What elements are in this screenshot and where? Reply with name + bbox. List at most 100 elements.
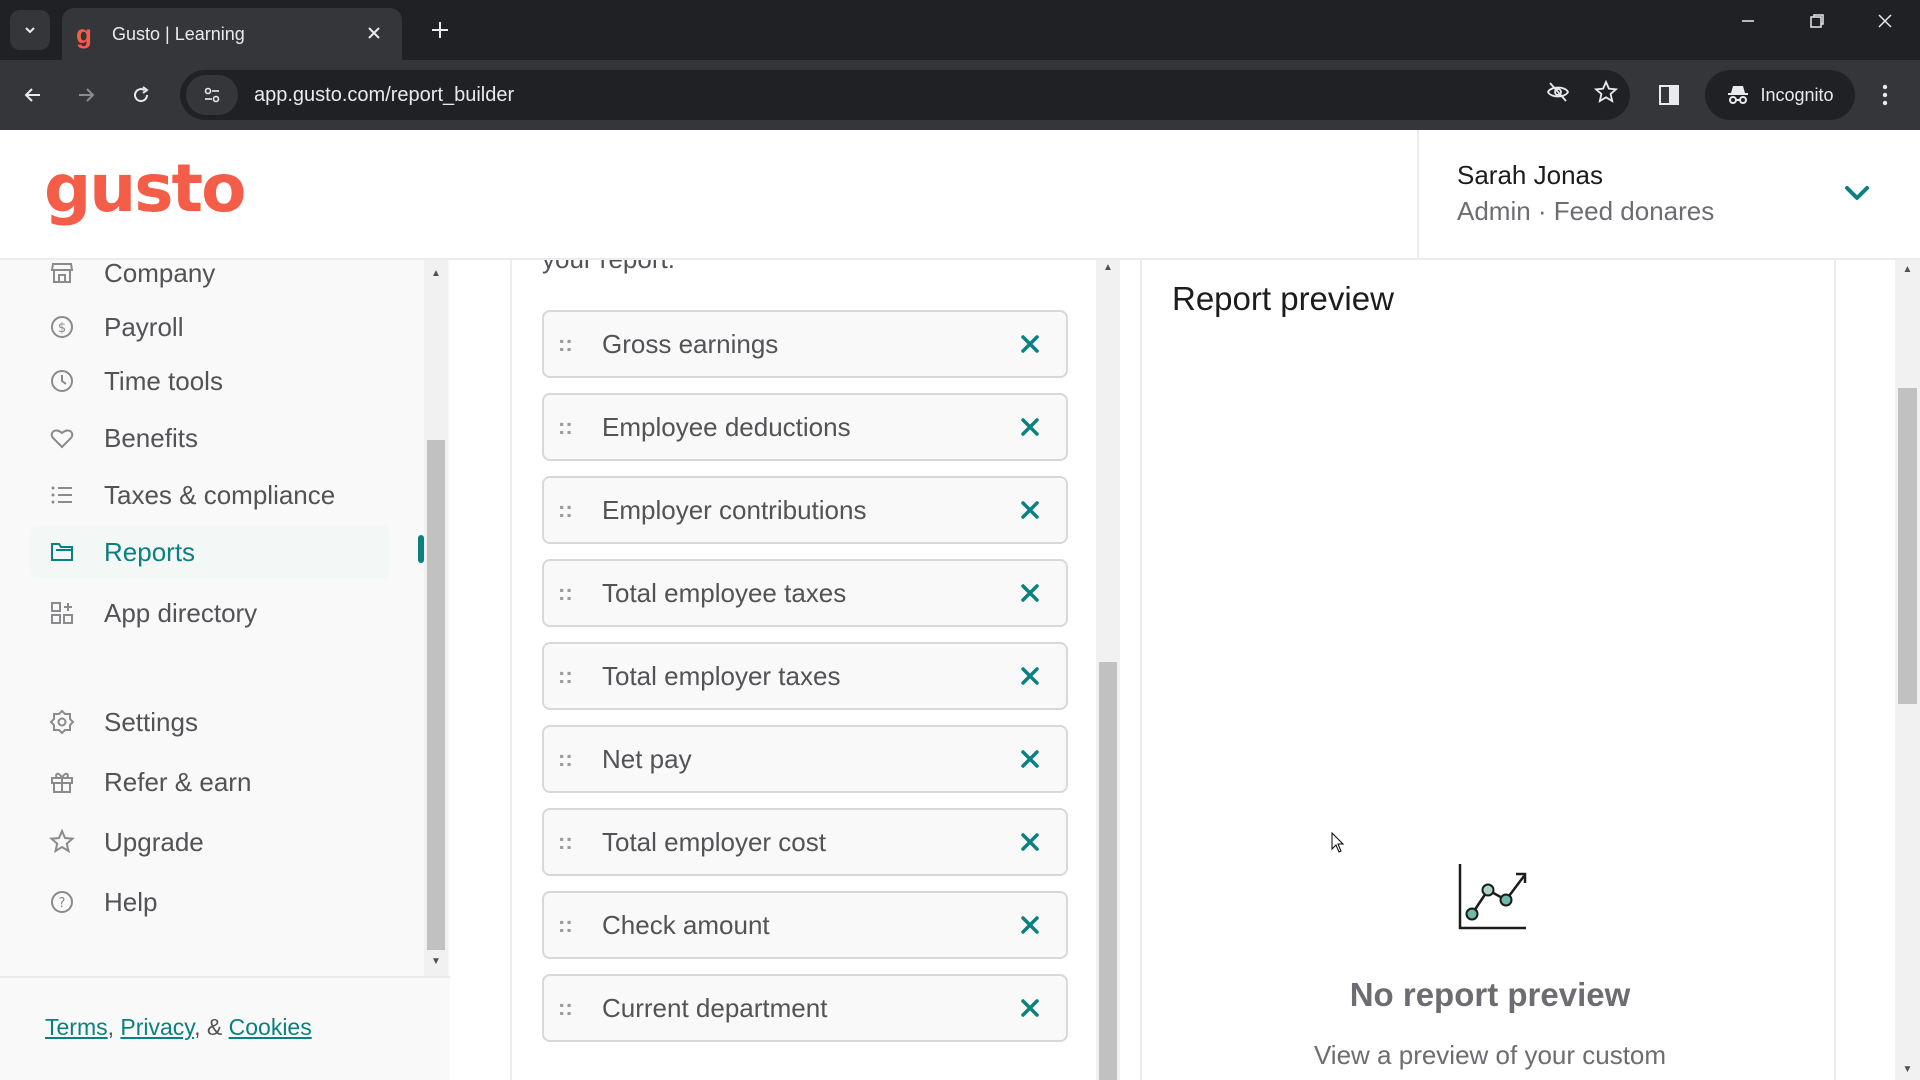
reload-icon — [134, 86, 149, 103]
scrollbar-thumb[interactable] — [427, 440, 445, 950]
sidebar-item-taxes-compliance[interactable]: Taxes & compliance — [30, 469, 390, 521]
drag-handle-icon[interactable]: :: — [558, 580, 588, 606]
side-panel-button[interactable] — [1650, 76, 1688, 114]
sidebar-scrollbar[interactable]: ▲ ▼ — [424, 260, 448, 976]
drag-handle-icon[interactable]: :: — [558, 663, 588, 689]
tune-icon — [204, 87, 220, 103]
close-icon — [1021, 501, 1039, 519]
sidebar-item-label: Upgrade — [104, 826, 204, 857]
tab-search-button[interactable] — [10, 10, 50, 50]
address-bar[interactable]: app.gusto.com/report_builder — [180, 70, 1630, 120]
browser-tab[interactable]: g Gusto | Learning — [62, 8, 402, 60]
sidebar-footer: Terms, Privacy, & Cookies — [0, 976, 450, 1080]
bookmark-button[interactable] — [1582, 79, 1630, 110]
remove-column-button[interactable] — [1010, 573, 1050, 613]
separator-text: , & — [194, 1014, 229, 1040]
storefront-icon — [46, 260, 78, 289]
folder-icon — [46, 536, 78, 568]
remove-column-button[interactable] — [1010, 407, 1050, 447]
close-tab-button[interactable] — [360, 23, 388, 46]
gift-icon — [46, 766, 78, 798]
tab-title: Gusto | Learning — [112, 23, 245, 44]
close-window-button[interactable] — [1865, 12, 1905, 35]
sidebar-item-app-directory[interactable]: App directory — [30, 587, 390, 639]
gusto-favicon-icon: g — [76, 19, 92, 49]
remove-column-button[interactable] — [1010, 739, 1050, 779]
eye-off-icon — [1546, 82, 1570, 102]
user-menu[interactable]: Sarah Jonas Admin · Feed donares — [1417, 130, 1920, 258]
tracking-protection-button[interactable] — [1534, 80, 1582, 110]
scroll-up-arrow-icon[interactable]: ▲ — [1895, 264, 1920, 275]
page-scrollbar[interactable]: ▲ ▼ — [1895, 260, 1920, 1080]
scrollbar-thumb[interactable] — [1898, 388, 1917, 704]
legal-links: Terms, Privacy, & Cookies — [45, 1014, 312, 1041]
chevron-down-icon[interactable] — [1839, 175, 1875, 211]
apps-add-icon — [46, 597, 78, 629]
drag-handle-icon[interactable]: :: — [558, 829, 588, 855]
site-info-button[interactable] — [186, 75, 238, 115]
clock-icon — [46, 365, 78, 397]
scroll-up-arrow-icon[interactable]: ▲ — [424, 268, 448, 279]
column-label: Current department — [602, 992, 828, 1023]
remove-column-button[interactable] — [1010, 324, 1050, 364]
drag-handle-icon[interactable]: :: — [558, 497, 588, 523]
restore-button[interactable] — [1797, 12, 1837, 35]
remove-column-button[interactable] — [1010, 988, 1050, 1028]
forward-button[interactable] — [67, 76, 105, 114]
new-tab-button[interactable] — [425, 14, 455, 46]
selected-column-chip[interactable]: :: Employer contributions — [542, 476, 1068, 544]
remove-column-button[interactable] — [1010, 490, 1050, 530]
back-button[interactable] — [14, 76, 52, 114]
reload-button[interactable] — [122, 76, 160, 114]
minimize-button[interactable] — [1728, 12, 1768, 35]
columns-panel-scrollbar[interactable]: ▲ — [1096, 260, 1120, 1080]
browser-menu-button[interactable] — [1870, 76, 1900, 114]
remove-column-button[interactable] — [1010, 822, 1050, 862]
sidebar-item-upgrade[interactable]: Upgrade — [30, 816, 390, 868]
sidebar-item-refer-earn[interactable]: Refer & earn — [30, 756, 390, 808]
url-text[interactable]: app.gusto.com/report_builder — [254, 84, 1534, 107]
incognito-badge[interactable]: Incognito — [1705, 70, 1855, 120]
user-name: Sarah Jonas — [1457, 160, 1603, 190]
selected-column-chip[interactable]: :: Gross earnings — [542, 310, 1068, 378]
scrollbar-thumb[interactable] — [1099, 662, 1117, 1080]
app-header: gusto Sarah Jonas Admin · Feed donares — [0, 130, 1920, 260]
selected-column-chip[interactable]: :: Total employer taxes — [542, 642, 1068, 710]
drag-handle-icon[interactable]: :: — [558, 995, 588, 1021]
drag-handle-icon[interactable]: :: — [558, 331, 588, 357]
scroll-up-arrow-icon[interactable]: ▲ — [1096, 262, 1120, 273]
sidebar-item-company[interactable]: Company — [30, 260, 390, 299]
sidebar-item-reports[interactable]: Reports — [30, 526, 390, 578]
sidebar-item-time-tools[interactable]: Time tools — [30, 355, 390, 407]
minimize-icon — [1742, 20, 1754, 22]
privacy-link[interactable]: Privacy — [120, 1014, 194, 1040]
scroll-down-arrow-icon[interactable]: ▼ — [1895, 1064, 1920, 1075]
sidebar-item-benefits[interactable]: Benefits — [30, 412, 390, 464]
terms-link[interactable]: Terms — [45, 1014, 108, 1040]
gusto-logo[interactable]: gusto — [44, 150, 246, 227]
drag-handle-icon[interactable]: :: — [558, 912, 588, 938]
sidebar-item-settings[interactable]: Settings — [30, 696, 390, 748]
scroll-down-arrow-icon[interactable]: ▼ — [424, 956, 448, 967]
remove-column-button[interactable] — [1010, 656, 1050, 696]
drag-handle-icon[interactable]: :: — [558, 746, 588, 772]
drag-handle-icon[interactable]: :: — [558, 414, 588, 440]
selected-column-chip[interactable]: :: Total employer cost — [542, 808, 1068, 876]
selected-column-chip[interactable]: :: Employee deductions — [542, 393, 1068, 461]
svg-text:$: $ — [58, 321, 66, 336]
dollar-circle-icon: $ — [46, 311, 78, 343]
column-label: Check amount — [602, 909, 770, 940]
selected-column-chip[interactable]: :: Check amount — [542, 891, 1068, 959]
sidebar-item-payroll[interactable]: $ Payroll — [30, 301, 390, 353]
side-panel-icon — [1659, 85, 1679, 105]
sidebar-item-help[interactable]: ? Help — [30, 876, 390, 928]
sidebar-item-label: Settings — [104, 706, 198, 737]
column-label: Total employer taxes — [602, 660, 841, 691]
remove-column-button[interactable] — [1010, 905, 1050, 945]
selected-column-chip[interactable]: :: Total employee taxes — [542, 559, 1068, 627]
selected-column-chip[interactable]: :: Current department — [542, 974, 1068, 1042]
separator-text: , — [107, 1014, 121, 1040]
column-label: Total employee taxes — [602, 577, 847, 608]
cookies-link[interactable]: Cookies — [229, 1014, 312, 1040]
selected-column-chip[interactable]: :: Net pay — [542, 725, 1068, 793]
